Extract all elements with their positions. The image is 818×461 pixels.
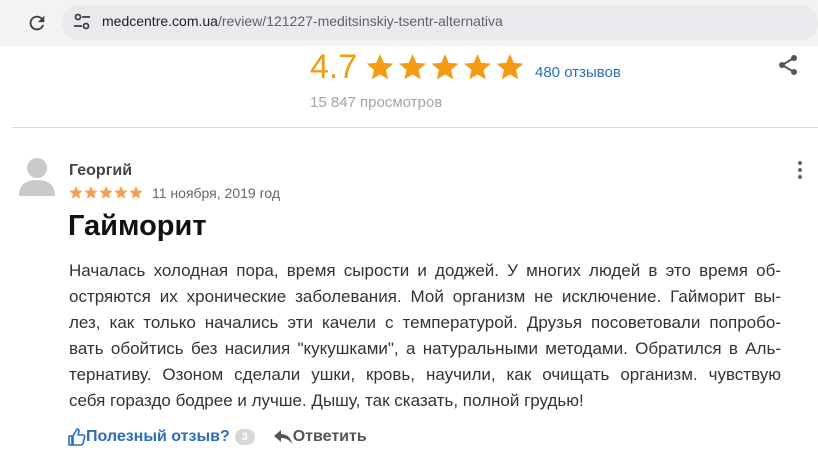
review-title: Гайморит bbox=[68, 210, 207, 242]
review-body: Началась холодная пора, время сырости и … bbox=[69, 258, 781, 414]
review-line: лез, как только начались эти качели с те… bbox=[69, 313, 781, 332]
star-icon bbox=[431, 54, 459, 80]
average-rating: 4.7 bbox=[310, 48, 358, 86]
star-icon bbox=[464, 54, 491, 80]
star-icon bbox=[69, 186, 83, 199]
star-icon bbox=[84, 186, 98, 199]
review-author[interactable]: Георгий bbox=[69, 162, 132, 180]
star-icon bbox=[399, 54, 426, 80]
views-count: 15 847 просмотров bbox=[310, 94, 443, 111]
star-icon bbox=[114, 186, 128, 199]
review-line: вать обойтись без насилия "кукушками", а… bbox=[69, 339, 781, 358]
reply-icon bbox=[273, 430, 292, 444]
helpful-button[interactable]: Полезный отзыв? 3 bbox=[68, 428, 255, 446]
review-actions: Полезный отзыв? 3 Ответить bbox=[68, 426, 367, 448]
reload-icon[interactable] bbox=[26, 12, 48, 34]
browser-toolbar: medcentre.com.ua/review/121227-meditsins… bbox=[0, 0, 818, 46]
thumbs-up-icon bbox=[68, 428, 86, 446]
star-icon bbox=[366, 54, 394, 80]
star-icon bbox=[99, 186, 113, 199]
helpful-count-badge: 3 bbox=[234, 429, 255, 445]
star-icon bbox=[496, 54, 524, 80]
url-path: /review/121227-meditsinskiy-tsentr-alter… bbox=[217, 13, 503, 29]
avatar-icon bbox=[19, 158, 55, 196]
site-settings-icon[interactable] bbox=[72, 11, 92, 33]
review-line: тернативу. Озоном сделали ушки, кровь, н… bbox=[69, 365, 781, 384]
star-icon bbox=[129, 186, 143, 199]
review-stars bbox=[69, 186, 143, 199]
review-line: Началась холодная пора, время сырости и … bbox=[69, 261, 781, 280]
more-icon[interactable] bbox=[797, 160, 803, 182]
rating-stars bbox=[366, 54, 524, 80]
helpful-label: Полезный отзыв? bbox=[86, 428, 230, 445]
review-line: остряются их хронические заболевания. Мо… bbox=[69, 287, 781, 306]
address-url[interactable]: medcentre.com.ua/review/121227-meditsins… bbox=[102, 13, 503, 29]
reviews-count-link[interactable]: 480 отзывов bbox=[535, 64, 621, 81]
review-line: себя гораздо бодрее и лучше. Дышу, так с… bbox=[69, 391, 584, 410]
reply-button[interactable]: Ответить bbox=[273, 428, 367, 446]
reply-label: Ответить bbox=[292, 428, 367, 445]
review-date: 11 ноября, 2019 год bbox=[152, 185, 281, 201]
divider bbox=[12, 127, 818, 128]
share-icon[interactable] bbox=[777, 54, 799, 76]
url-domain: medcentre.com.ua bbox=[102, 13, 218, 29]
